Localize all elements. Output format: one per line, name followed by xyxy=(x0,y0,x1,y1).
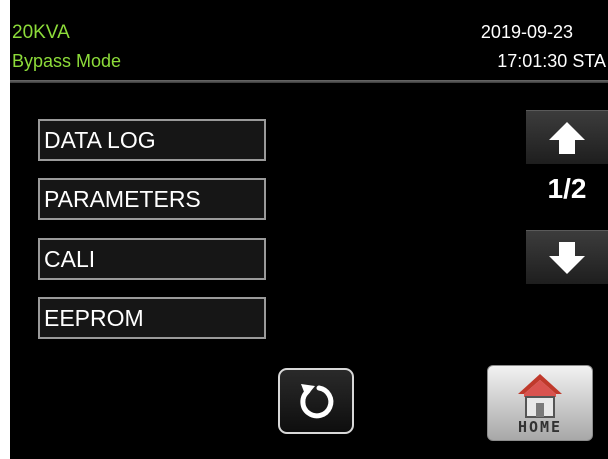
page-up-button[interactable] xyxy=(526,110,608,164)
data-log-button[interactable]: DATA LOG xyxy=(38,119,266,161)
time-label: 17:01:30 STA xyxy=(497,51,606,71)
cali-button[interactable]: CALI xyxy=(38,238,266,280)
model-label: 20KVA xyxy=(12,22,70,43)
refresh-icon xyxy=(300,384,334,419)
mode-label: Bypass Mode xyxy=(12,51,122,71)
arrow-up-icon xyxy=(549,122,585,154)
parameters-button[interactable]: PARAMETERS xyxy=(38,178,266,220)
ups-screen: 20KVA Bypass Mode 2019-09-23 17:01:30 ST… xyxy=(10,0,608,459)
date-label: 2019-09-23 xyxy=(480,22,573,42)
status-header: 20KVA Bypass Mode 2019-09-23 17:01:30 ST… xyxy=(10,0,608,80)
house-icon xyxy=(518,374,562,418)
header-divider xyxy=(10,80,608,83)
eeprom-button[interactable]: EEPROM xyxy=(38,297,266,339)
arrow-down-icon xyxy=(549,242,585,274)
page-indicator: 1/2 xyxy=(547,173,587,204)
back-button[interactable] xyxy=(278,368,354,434)
home-label: HOME xyxy=(517,418,563,436)
page-down-button[interactable] xyxy=(526,230,608,284)
home-button[interactable]: HOME xyxy=(487,365,593,441)
